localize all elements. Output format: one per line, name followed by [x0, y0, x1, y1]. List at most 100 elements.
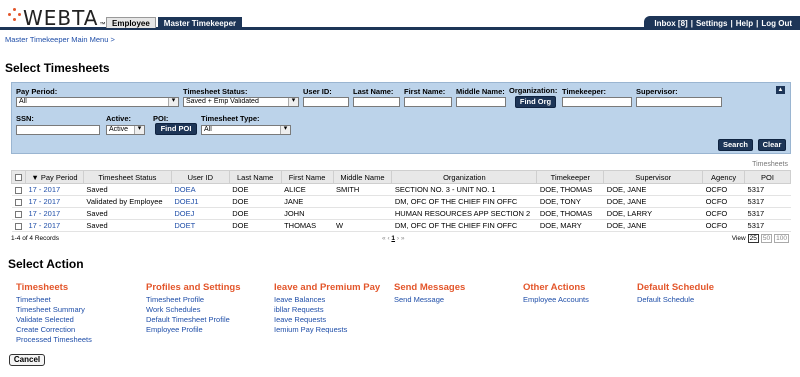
col-first-name[interactable]: First Name — [280, 170, 334, 184]
page-number[interactable]: 1 — [391, 235, 395, 242]
next-page-icon[interactable]: › — [397, 235, 399, 242]
supervisor-input[interactable] — [636, 97, 722, 107]
prev-page-icon[interactable]: ‹ — [387, 235, 389, 242]
action-link[interactable]: Create Correction — [16, 325, 92, 335]
middle-name-input[interactable] — [456, 97, 506, 107]
user-id-input[interactable] — [303, 97, 349, 107]
action-group-title: Default Schedule — [637, 282, 715, 293]
settings-link[interactable]: Settings — [696, 19, 728, 28]
cell-pay-period[interactable]: 17 - 2017 — [25, 207, 84, 220]
last-name-label: Last Name: — [353, 87, 394, 96]
action-link[interactable]: Timesheet Profile — [146, 295, 241, 305]
view-label: View — [731, 235, 746, 242]
action-link[interactable]: Processed Timesheets — [16, 335, 92, 345]
action-group-title: Other Actions — [523, 282, 586, 293]
row-select-cell — [11, 207, 26, 220]
table-row[interactable]: 17 - 2017 Validated by Employee DOEJ1 DOE JA… — [11, 195, 791, 208]
cell-user-id[interactable]: DOEJ — [171, 207, 230, 220]
logo-text: WEBTA — [23, 6, 99, 30]
row-checkbox[interactable] — [14, 222, 22, 230]
cell-first-name: JANE — [281, 195, 334, 208]
col-organization[interactable]: Organization — [391, 170, 538, 184]
cell-middle-name — [333, 195, 392, 208]
action-group-title: Send Messages — [394, 282, 466, 293]
cell-organization: DM, OFC OF THE CHIEF FIN OFFC — [391, 219, 537, 232]
cancel-button[interactable]: Cancel — [9, 354, 45, 366]
last-page-icon[interactable]: » — [401, 235, 405, 242]
cell-user-id[interactable]: DOET — [171, 219, 230, 232]
action-group: Ieave and Premium Pay Ieave Balances iblla… — [274, 282, 380, 335]
find-org-button[interactable]: Find Org — [515, 96, 556, 108]
action-link[interactable]: Validate Selected — [16, 315, 92, 325]
select-all-cell — [11, 170, 26, 184]
active-select[interactable]: Active — [106, 125, 145, 135]
page-size-25[interactable]: 25 — [747, 234, 759, 243]
row-checkbox[interactable] — [14, 198, 22, 206]
cell-pay-period[interactable]: 17 - 2017 — [25, 183, 84, 196]
action-link[interactable]: Default Schedule — [637, 295, 714, 305]
top-links: Inbox [8] | Settings | Help | Log Out — [644, 16, 800, 30]
action-link[interactable]: Timesheet — [16, 295, 92, 305]
row-checkbox[interactable] — [14, 210, 22, 218]
action-link[interactable]: Ieave Balances — [274, 295, 380, 305]
action-link[interactable]: Timesheet Summary — [16, 305, 92, 315]
col-last-name[interactable]: Last Name — [228, 170, 282, 184]
row-checkbox[interactable] — [14, 186, 22, 194]
pager: « ‹ 1 › » — [382, 235, 404, 242]
cell-poi: 5317 — [744, 219, 791, 232]
cell-status: Validated by Employee — [83, 195, 172, 208]
tab-employee[interactable]: Employee — [106, 17, 156, 28]
first-page-icon[interactable]: « — [382, 235, 386, 242]
page-title: Select Timesheets — [5, 61, 110, 75]
action-link[interactable]: Employee Profile — [146, 325, 241, 335]
breadcrumb[interactable]: Master Timekeeper Main Menu > — [5, 35, 115, 44]
action-link[interactable]: Employee Accounts — [523, 295, 589, 305]
col-agency[interactable]: Agency — [702, 170, 746, 184]
action-group-title: Ieave and Premium Pay — [274, 282, 381, 293]
timesheets-table: ▼ Pay Period Timesheet Status User ID La… — [11, 170, 791, 232]
find-poi-button[interactable]: Find POI — [155, 123, 197, 135]
status-select[interactable]: Saved + Emp Validated — [183, 97, 299, 107]
action-link[interactable]: Iemium Pay Requests — [274, 325, 380, 335]
tab-master-timekeeper[interactable]: Master Timekeeper — [157, 17, 243, 28]
col-poi[interactable]: POI — [744, 170, 791, 184]
col-middle-name[interactable]: Middle Name — [332, 170, 393, 184]
action-link[interactable]: Default Timesheet Profile — [146, 315, 241, 325]
col-supervisor[interactable]: Supervisor — [603, 170, 704, 184]
search-button[interactable]: Search — [718, 139, 753, 151]
col-user-id[interactable]: User ID — [170, 170, 230, 184]
timekeeper-input[interactable] — [562, 97, 632, 107]
timesheet-type-select[interactable]: All — [201, 125, 291, 135]
table-row[interactable]: 17 - 2017 Saved DOEA DOE ALICE SMITH SECTION N… — [11, 183, 791, 196]
collapse-icon[interactable]: ▲ — [776, 86, 785, 94]
page-size-100[interactable]: 100 — [774, 234, 789, 243]
table-header-row: ▼ Pay Period Timesheet Status User ID La… — [11, 170, 791, 184]
first-name-input[interactable] — [404, 97, 452, 107]
help-link[interactable]: Help — [736, 19, 753, 28]
logout-link[interactable]: Log Out — [761, 19, 792, 28]
ssn-input[interactable] — [16, 125, 100, 135]
action-link[interactable]: Ieave Requests — [274, 315, 380, 325]
cell-pay-period[interactable]: 17 - 2017 — [25, 219, 84, 232]
cell-timekeeper: DOE, THOMAS — [536, 207, 604, 220]
cell-user-id[interactable]: DOEJ1 — [171, 195, 230, 208]
page-size-50[interactable]: 50 — [760, 234, 773, 243]
table-row[interactable]: 17 - 2017 Saved DOEJ DOE JOHN HUMAN RESOURCES… — [11, 207, 791, 220]
cell-user-id[interactable]: DOEA — [171, 183, 230, 196]
action-link[interactable]: ibllar Requests — [274, 305, 380, 315]
cell-poi: 5317 — [744, 207, 791, 220]
select-action-title: Select Action — [8, 257, 84, 271]
col-pay-period[interactable]: ▼ Pay Period — [24, 170, 84, 184]
clear-button[interactable]: Clear — [758, 139, 786, 151]
action-link[interactable]: Work Schedules — [146, 305, 241, 315]
inbox-link[interactable]: Inbox [8] — [654, 19, 687, 28]
action-link[interactable]: Send Message — [394, 295, 465, 305]
cell-agency: OCFO — [702, 195, 745, 208]
col-status[interactable]: Timesheet Status — [82, 170, 172, 184]
col-timekeeper[interactable]: Timekeeper — [536, 170, 605, 184]
select-all-checkbox[interactable] — [14, 174, 22, 182]
cell-pay-period[interactable]: 17 - 2017 — [25, 195, 84, 208]
last-name-input[interactable] — [353, 97, 400, 107]
table-row[interactable]: 17 - 2017 Saved DOET DOE THOMAS W DM, OFC OF T… — [11, 219, 791, 232]
pay-period-select[interactable]: All — [16, 97, 179, 107]
